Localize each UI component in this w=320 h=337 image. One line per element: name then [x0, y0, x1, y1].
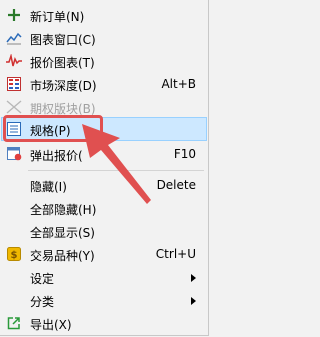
shortcut-label: F10	[173, 147, 196, 161]
menu-item-show-all[interactable]: 全部显示(S)	[2, 220, 206, 242]
menu-item-label: 市场深度(D)	[30, 79, 97, 93]
menu-item-label: 交易品种(Y)	[30, 249, 95, 263]
chart-window-icon	[6, 30, 22, 46]
menu-item-label: 期权版块(B)	[30, 102, 96, 116]
menu-item-settings[interactable]: 设定	[2, 266, 206, 288]
quote-chart-icon	[6, 53, 22, 69]
context-menu: 新订单(N) 图表窗口(C) 报价图表(T) 市场深度(D) Alt+B 期权版…	[0, 0, 209, 336]
menu-item-sort[interactable]: 分类	[2, 289, 206, 311]
menu-item-hide-all[interactable]: 全部隐藏(H)	[2, 197, 206, 219]
menu-item-new-order[interactable]: 新订单(N)	[2, 4, 206, 26]
menu-item-options-board: 期权版块(B)	[2, 96, 206, 118]
menu-item-label: 导出(X)	[30, 318, 72, 332]
submenu-arrow-icon	[191, 274, 196, 282]
new-order-icon	[6, 7, 22, 23]
menu-item-label: 分类	[30, 295, 55, 309]
menu-item-label: 报价图表(T)	[30, 56, 95, 70]
export-icon	[6, 315, 22, 331]
menu-item-hide[interactable]: 隐藏(I) Delete	[2, 174, 206, 196]
shortcut-label: Ctrl+U	[155, 247, 196, 261]
menu-item-quote-chart[interactable]: 报价图表(T)	[2, 50, 206, 72]
popup-quote-icon	[6, 146, 22, 162]
menu-item-label: 全部显示(S)	[30, 226, 95, 240]
menu-item-label: 隐藏(I)	[30, 180, 67, 194]
menu-item-label: 弹出报价(	[30, 149, 83, 163]
svg-text:$: $	[11, 250, 18, 261]
menu-separator	[28, 170, 204, 171]
menu-item-label: 全部隐藏(H)	[30, 203, 97, 217]
options-board-icon	[6, 99, 22, 115]
market-depth-icon	[6, 76, 22, 92]
menu-item-export[interactable]: 导出(X)	[2, 312, 206, 334]
menu-item-market-depth[interactable]: 市场深度(D) Alt+B	[2, 73, 206, 95]
submenu-arrow-icon	[191, 297, 196, 305]
menu-item-specification[interactable]: 规格(P)	[1, 117, 207, 141]
shortcut-label: Alt+B	[161, 77, 196, 91]
menu-item-label: 规格(P)	[30, 124, 71, 138]
menu-item-label: 新订单(N)	[30, 10, 85, 24]
menu-item-label: 图表窗口(C)	[30, 33, 96, 47]
specification-icon	[6, 121, 22, 137]
menu-item-popup-quote[interactable]: 弹出报价( F10	[2, 143, 206, 165]
symbols-icon: $	[6, 246, 22, 262]
menu-item-chart-window[interactable]: 图表窗口(C)	[2, 27, 206, 49]
shortcut-label: Delete	[156, 178, 196, 192]
menu-item-symbols[interactable]: $ 交易品种(Y) Ctrl+U	[2, 243, 206, 265]
menu-item-label: 设定	[30, 272, 55, 286]
